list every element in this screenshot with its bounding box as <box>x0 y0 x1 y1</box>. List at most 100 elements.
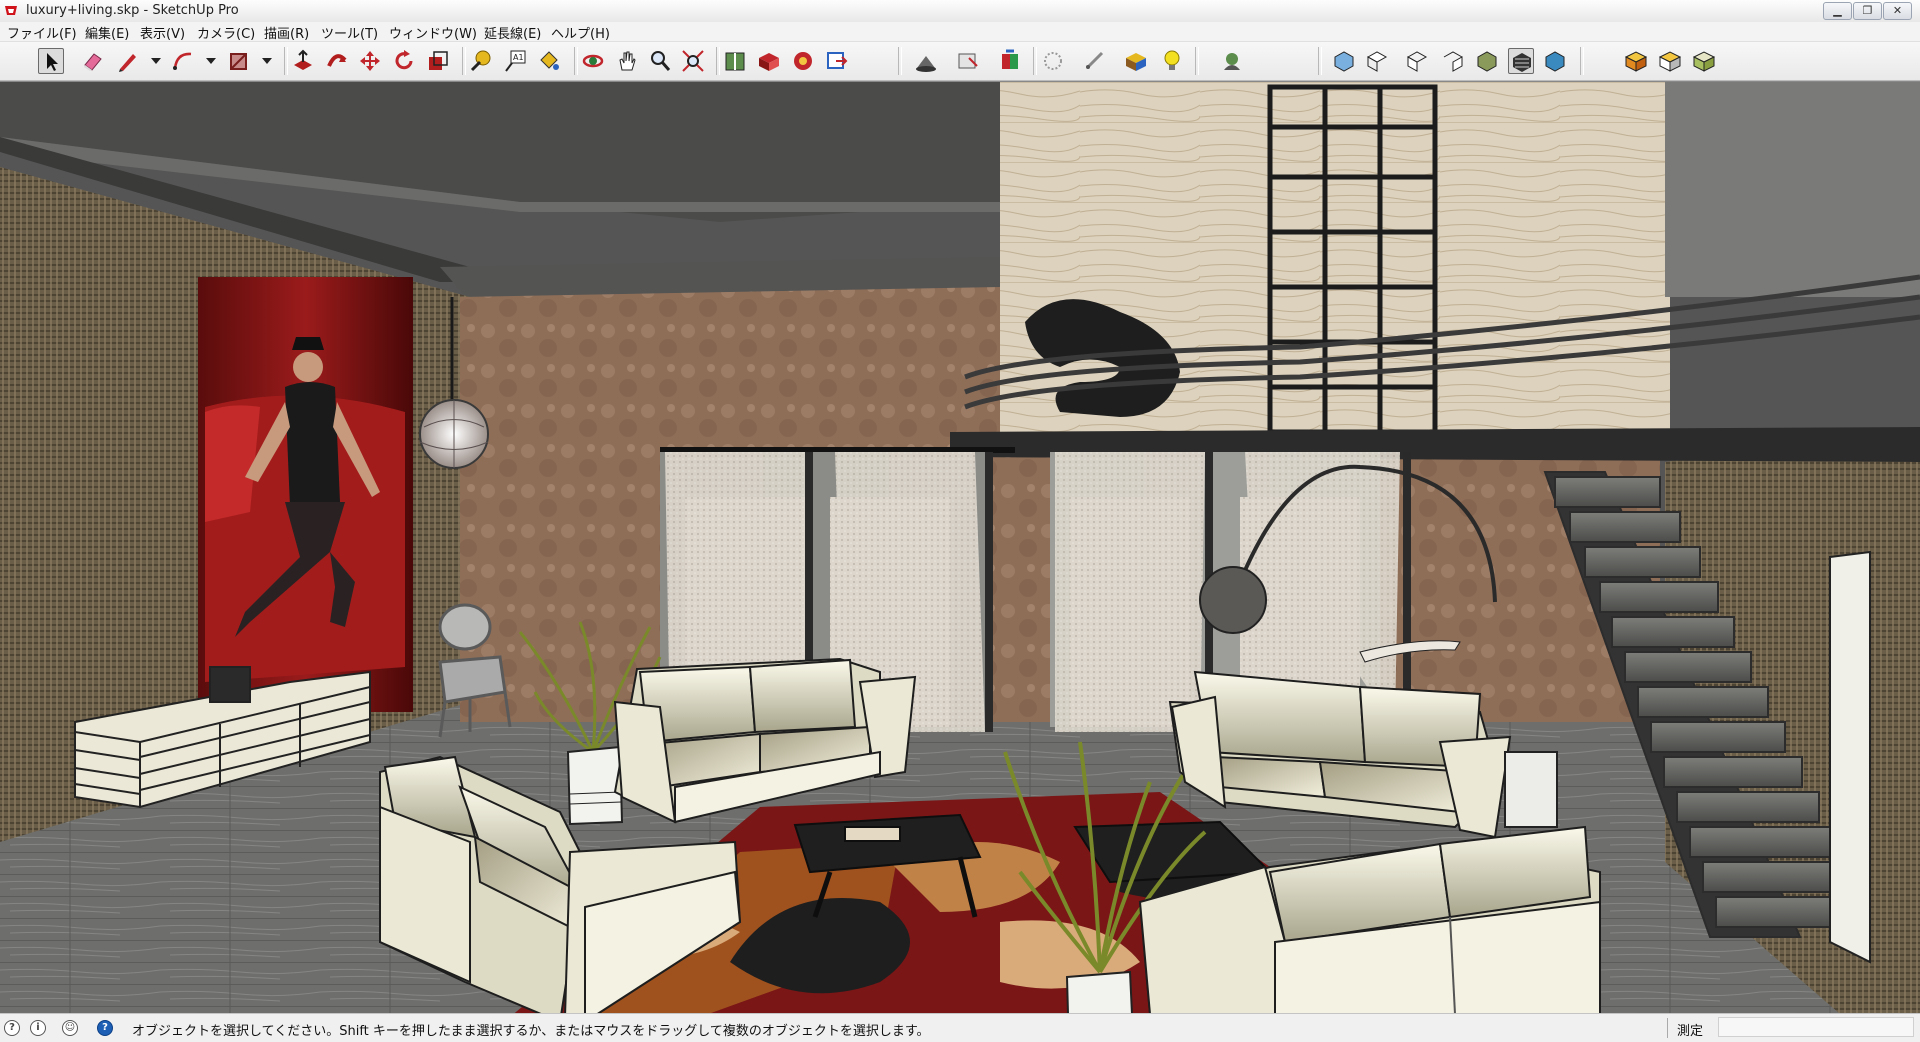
top-view-icon <box>1366 51 1388 72</box>
fog-button[interactable] <box>1040 48 1066 74</box>
eraser-icon <box>84 53 102 71</box>
restore-button[interactable]: ❐ <box>1853 2 1882 20</box>
line-dropdown-arrow-icon[interactable] <box>151 58 161 64</box>
toolbar-separator <box>1318 47 1322 75</box>
magnifier-icon <box>651 51 671 71</box>
rectangle-icon <box>230 53 247 70</box>
pan-hand-icon <box>619 51 636 71</box>
side-speaker <box>1504 751 1558 828</box>
upper-right-wall <box>1665 82 1920 297</box>
menu-file[interactable]: ファイル(F) <box>4 23 80 42</box>
text-label-icon: A1 <box>505 50 526 72</box>
extension-warehouse-button[interactable] <box>790 48 816 74</box>
hidden-line-button[interactable] <box>1691 48 1717 74</box>
warehouse-icon <box>725 52 745 71</box>
xray-cube-icon <box>1624 51 1648 72</box>
zoom-tool-button[interactable] <box>647 48 673 74</box>
front-view-button[interactable] <box>1404 48 1430 74</box>
user-account-icon[interactable]: ☺ <box>62 1020 78 1036</box>
credits-info-icon[interactable]: i <box>30 1020 46 1036</box>
text-tool-button[interactable]: A1 <box>502 48 528 74</box>
toolbar-separator <box>284 47 288 75</box>
arc-dropdown-arrow-icon[interactable] <box>206 58 216 64</box>
zoom-extents-tool-button[interactable] <box>680 48 706 74</box>
extension-warehouse-icon <box>794 52 812 70</box>
main-toolbar: A1 <box>0 42 1920 81</box>
monochrome-button[interactable] <box>1542 48 1568 74</box>
shadows-button[interactable] <box>913 48 939 74</box>
follow-me-icon <box>327 54 347 67</box>
layout-button[interactable] <box>824 48 850 74</box>
profile-button[interactable] <box>1219 48 1245 74</box>
light-button[interactable] <box>1159 48 1185 74</box>
dimension-icon <box>1085 51 1104 70</box>
scale-icon <box>429 51 448 70</box>
menu-draw[interactable]: 描画(R) <box>261 23 312 42</box>
loft-wood-wall <box>1000 82 1670 432</box>
follow-me-tool-button[interactable] <box>324 48 350 74</box>
menu-window[interactable]: ウィンドウ(W) <box>386 23 480 42</box>
toolbar-separator <box>716 47 720 75</box>
toolbar-separator <box>1195 47 1199 75</box>
menu-tools[interactable]: ツール(T) <box>318 23 381 42</box>
layout-icon <box>827 52 848 69</box>
paint-bucket-tool-button[interactable] <box>536 48 562 74</box>
move-arrows-icon <box>360 51 380 71</box>
push-pull-icon <box>294 49 312 70</box>
menu-view[interactable]: 表示(V) <box>137 23 188 42</box>
shaded-with-textures-button[interactable] <box>1508 48 1534 74</box>
close-button[interactable]: ✕ <box>1883 2 1912 20</box>
window-title: luxury+living.skp - SketchUp Pro <box>26 3 239 18</box>
line-tool-button[interactable] <box>115 48 141 74</box>
push-pull-tool-button[interactable] <box>290 48 316 74</box>
shadows-icon <box>916 56 936 72</box>
right-view-button[interactable] <box>1440 48 1466 74</box>
toolbar-separator <box>1033 47 1037 75</box>
pan-tool-button[interactable] <box>614 48 640 74</box>
components-icon <box>759 53 779 71</box>
menu-extensions[interactable]: 延長線(E) <box>481 23 544 42</box>
warehouse-button[interactable] <box>722 48 748 74</box>
orbit-icon <box>582 54 604 68</box>
measurements-input[interactable] <box>1718 1017 1914 1037</box>
top-view-button[interactable] <box>1364 48 1390 74</box>
model-info-icon <box>1126 53 1146 71</box>
model-info-button[interactable] <box>1123 48 1149 74</box>
rotate-tool-button[interactable] <box>391 48 417 74</box>
eraser-tool-button[interactable] <box>80 48 106 74</box>
geo-location-icon[interactable]: ? <box>4 1020 20 1036</box>
scale-tool-button[interactable] <box>425 48 451 74</box>
select-tool-button[interactable] <box>38 48 64 74</box>
wireframe-cube-icon <box>1658 51 1682 72</box>
styles-button[interactable] <box>997 48 1023 74</box>
status-message: オブジェクトを選択してください。Shift キーを押したまま選択するか、またはマ… <box>132 1024 930 1039</box>
model-viewport[interactable] <box>0 81 1920 1014</box>
xray-button[interactable] <box>1623 48 1649 74</box>
arc-tool-button[interactable] <box>170 48 196 74</box>
menu-edit[interactable]: 編集(E) <box>82 23 132 42</box>
tape-measure-tool-button[interactable] <box>468 48 494 74</box>
components-button[interactable] <box>756 48 782 74</box>
rectangle-tool-button[interactable] <box>226 48 252 74</box>
toolbar-separator <box>574 47 578 75</box>
paint-bucket-icon <box>540 51 559 70</box>
section-button[interactable] <box>955 48 981 74</box>
wireframe-button[interactable] <box>1657 48 1683 74</box>
toolbar-separator <box>462 47 466 75</box>
right-view-icon <box>1443 51 1463 72</box>
back-view-button[interactable] <box>1474 48 1500 74</box>
iso-view-button[interactable] <box>1331 48 1357 74</box>
menu-help[interactable]: ヘルプ(H) <box>548 23 613 42</box>
menu-camera[interactable]: カメラ(C) <box>194 23 258 42</box>
shaded-textures-icon <box>1513 53 1531 72</box>
front-view-icon <box>1406 51 1428 72</box>
move-tool-button[interactable] <box>357 48 383 74</box>
rectangle-dropdown-arrow-icon[interactable] <box>262 58 272 64</box>
dimension-button[interactable] <box>1082 48 1108 74</box>
measurements-label: 測定 <box>1677 1024 1704 1039</box>
minimize-button[interactable]: ▁ <box>1823 2 1852 20</box>
menu-bar: ファイル(F) 編集(E) 表示(V) カメラ(C) 描画(R) ツール(T) … <box>0 22 1920 42</box>
help-question-icon[interactable]: ? <box>97 1020 113 1036</box>
orbit-tool-button[interactable] <box>580 48 606 74</box>
arrow-cursor-icon <box>47 53 58 71</box>
